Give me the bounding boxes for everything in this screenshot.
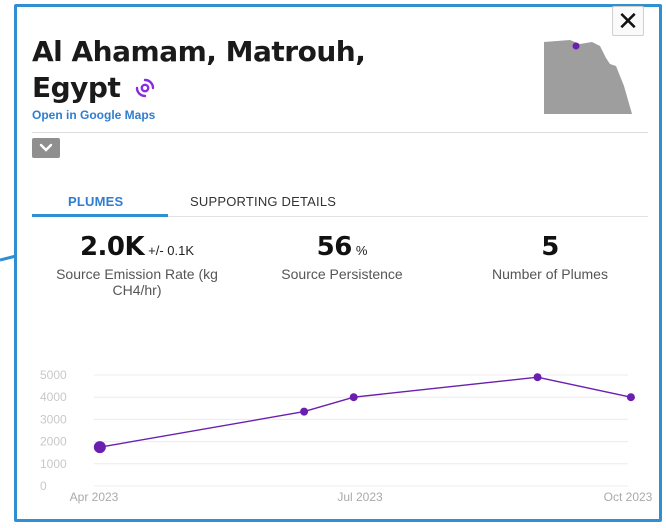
data-point (300, 407, 309, 416)
emission-chart: 0 1000 2000 3000 4000 5000 Apr 2023 Jul 2023 Oct… (40, 368, 653, 504)
data-point (349, 393, 358, 402)
plume-count-value: 5 (541, 232, 559, 262)
title-line2: Egypt (32, 71, 121, 104)
data-point (626, 393, 635, 402)
data-point (533, 373, 542, 382)
expand-button[interactable] (32, 138, 60, 158)
close-button[interactable]: ✕ (612, 6, 644, 36)
page-title: Al Ahamam, Matrouh, Egypt (32, 34, 412, 106)
egypt-map (544, 40, 632, 114)
active-tab-indicator (32, 214, 168, 217)
tab-plumes[interactable]: PLUMES (68, 194, 123, 209)
persistence-label: Source Persistence (281, 266, 403, 282)
stat-emission-rate: 2.0K +/- 0.1K Source Emission Rate (kg CH… (42, 232, 232, 298)
y-tick-label: 2000 (40, 435, 67, 449)
data-point (93, 441, 106, 454)
y-tick-label: 0 (40, 479, 47, 493)
x-tick-label: Jul 2023 (337, 490, 383, 504)
close-icon: ✕ (617, 6, 639, 36)
y-tick-label: 3000 (40, 412, 67, 426)
stat-plume-count: 5 Number of Plumes (470, 232, 630, 282)
google-maps-link[interactable]: Open in Google Maps (32, 108, 155, 122)
persistence-unit: % (355, 243, 368, 258)
y-tick-label: 4000 (40, 390, 67, 404)
emission-rate-label: Source Emission Rate (kg CH4/hr) (56, 266, 218, 298)
plume-icon (136, 78, 155, 98)
chevron-down-icon (39, 143, 53, 152)
plume-count-label: Number of Plumes (492, 266, 608, 282)
x-tick-label: Apr 2023 (70, 490, 119, 504)
stat-persistence: 56% Source Persistence (262, 232, 422, 282)
y-tick-label: 5000 (40, 368, 67, 382)
tab-supporting-details[interactable]: SUPPORTING DETAILS (190, 194, 336, 209)
persistence-value: 56 (316, 232, 353, 262)
title-line1: Al Ahamam, Matrouh, (32, 35, 366, 68)
header-divider (32, 132, 648, 133)
x-tick-label: Oct 2023 (604, 490, 653, 504)
emission-rate-uncertainty: +/- 0.1K (148, 243, 195, 258)
y-tick-label: 1000 (40, 457, 67, 471)
emission-rate-value: 2.0K (79, 232, 145, 262)
series-line (99, 376, 632, 448)
tab-bar: PLUMES SUPPORTING DETAILS (32, 194, 648, 218)
